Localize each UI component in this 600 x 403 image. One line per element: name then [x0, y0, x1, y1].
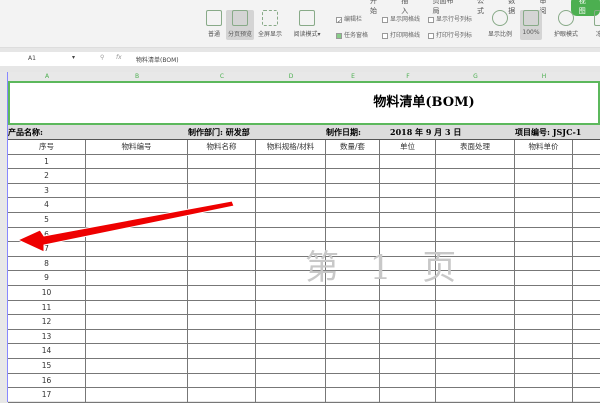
red-arrow-annotation: [16, 200, 235, 253]
